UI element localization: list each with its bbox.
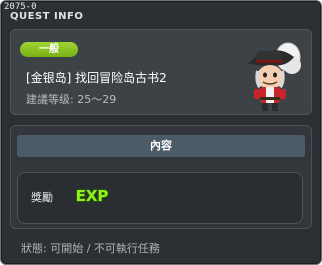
quest-name: [金银岛] 找回冒险岛古书2 — [26, 71, 167, 85]
content-header: 內容 — [17, 135, 305, 157]
quest-content-panel: 內容 獎勵 EXP — [10, 125, 312, 229]
exp-icon: EXP — [75, 186, 109, 206]
window-title: QUEST INFO — [10, 11, 84, 22]
reward-label: 獎勵 — [31, 191, 53, 204]
quest-summary-panel: 一般 [金银岛] 找回冒险岛古书2 建議等级: 25～29 — [10, 29, 312, 115]
reward-box: 獎勵 EXP — [17, 172, 303, 224]
recommended-level: 建議等级: 25～29 — [26, 93, 117, 106]
category-badge: 一般 — [20, 42, 78, 57]
quest-status: 狀態: 可開始 / 不可執行任務 — [21, 242, 160, 255]
npc-portrait — [248, 42, 301, 111]
exp-icon-text: EXP — [76, 187, 109, 205]
quest-info-window: 2075-0 QUEST INFO 一般 [金银岛] 找回冒险岛古书2 建議等级… — [0, 0, 322, 265]
